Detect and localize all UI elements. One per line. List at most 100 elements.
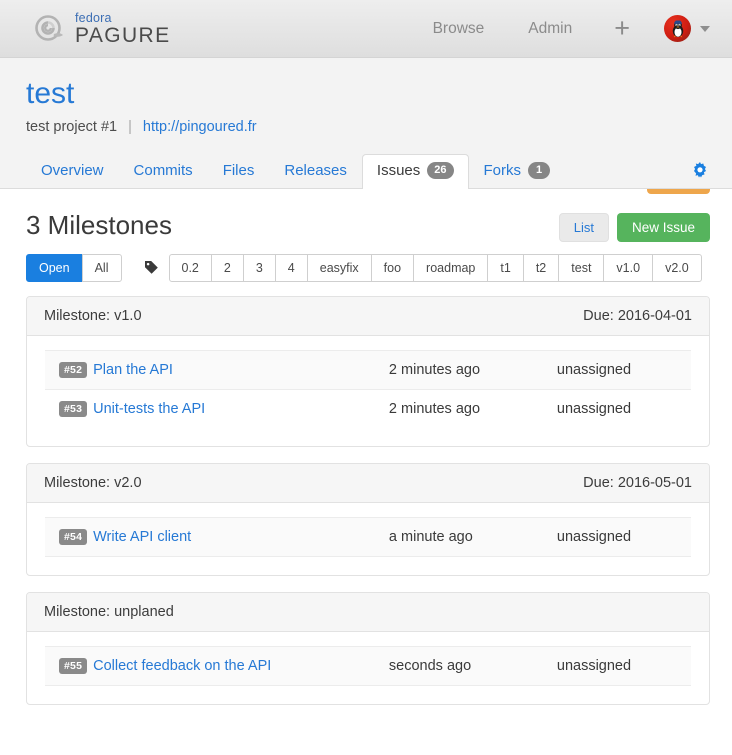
tag-filter-9[interactable]: test (558, 254, 604, 282)
table-row[interactable]: #53Unit-tests the API 2 minutes ago unas… (45, 389, 691, 428)
settings-button[interactable] (680, 158, 720, 188)
project-tabs: Overview Commits Files Releases Issues 2… (0, 153, 732, 189)
issue-id-badge: #54 (59, 529, 87, 545)
filter-all-button[interactable]: All (82, 254, 122, 282)
issue-assignee-cell: unassigned (549, 350, 691, 389)
filter-row: Open All 0.2 2 3 4 easyfix foo roadmap t… (26, 254, 710, 282)
project-description: test project #1 (26, 119, 117, 135)
tab-issues[interactable]: Issues 26 (362, 154, 469, 188)
tag-filter-10[interactable]: v1.0 (603, 254, 653, 282)
issue-title-cell: #52 Plan the API (45, 350, 381, 389)
issue-table: #55 Collect feedback on the API seconds a… (45, 646, 691, 686)
tag-filter-4[interactable]: easyfix (307, 254, 372, 282)
tab-overview[interactable]: Overview (26, 154, 119, 188)
content-header: 3 Milestones List New Issue Open All 0.2… (0, 189, 732, 282)
tag-filter-7[interactable]: t1 (487, 254, 523, 282)
issue-table: #52 Plan the API 2 minutes ago unassigned… (45, 350, 691, 428)
issue-assignee-cell: unassigned (549, 646, 691, 685)
pagure-logo-link[interactable]: fedora PAGURE (34, 11, 171, 47)
project-header: test test project #1 | http://pingoured.… (0, 58, 732, 153)
issue-assignee-cell: unassigned (549, 517, 691, 556)
status-filter-group: Open All (26, 254, 122, 282)
issue-link[interactable]: Unit-tests the API (93, 401, 205, 417)
tab-label: Issues (377, 162, 420, 179)
page-title: test (26, 78, 708, 110)
user-menu[interactable] (650, 15, 714, 42)
milestone-body: #52 Plan the API 2 minutes ago unassigned… (27, 336, 709, 446)
chevron-down-icon (700, 26, 710, 32)
issues-count-badge: 26 (427, 162, 453, 179)
milestone-header: Milestone: v1.0 Due: 2016-04-01 (27, 297, 709, 336)
fedora-swirl-icon (34, 14, 68, 44)
tag-filter-2[interactable]: 3 (243, 254, 276, 282)
tab-label: Commits (134, 162, 193, 179)
project-subtitle: test project #1 | http://pingoured.fr (26, 119, 708, 153)
tab-forks[interactable]: Forks 1 (469, 154, 566, 188)
avatar (664, 15, 691, 42)
milestone-header: Milestone: v2.0 Due: 2016-05-01 (27, 464, 709, 503)
issue-table: #54 Write API client a minute ago unassig… (45, 517, 691, 557)
header-actions: List New Issue (559, 211, 710, 242)
tab-label: Overview (41, 162, 104, 179)
new-item-plus-icon[interactable]: + (594, 15, 650, 42)
masthead-nav: Browse Admin + (411, 0, 714, 58)
tag-filter-0[interactable]: 0.2 (169, 254, 212, 282)
milestone-title: Milestone: v1.0 (44, 308, 142, 324)
milestone-body: #54 Write API client a minute ago unassig… (27, 503, 709, 575)
subtitle-separator: | (121, 119, 139, 135)
tab-label: Forks (484, 162, 522, 179)
issue-id-badge: #52 (59, 362, 87, 378)
tab-label: Files (223, 162, 255, 179)
table-row[interactable]: #54 Write API client a minute ago unassig… (45, 517, 691, 556)
tag-filter-1[interactable]: 2 (211, 254, 244, 282)
table-row[interactable]: #55 Collect feedback on the API seconds a… (45, 646, 691, 685)
tag-filter-group: 0.2 2 3 4 easyfix foo roadmap t1 t2 test… (169, 254, 702, 282)
list-view-button[interactable]: List (559, 213, 609, 242)
table-row[interactable]: #52 Plan the API 2 minutes ago unassigned (45, 350, 691, 389)
tux-penguin-icon (670, 21, 685, 38)
issue-date-cell: 2 minutes ago (381, 350, 549, 389)
tag-filter-3[interactable]: 4 (275, 254, 308, 282)
masthead: fedora PAGURE Browse Admin + (0, 0, 732, 58)
issue-date-cell: seconds ago (381, 646, 549, 685)
project-url-link[interactable]: http://pingoured.fr (143, 119, 257, 135)
milestone-header: Milestone: unplaned (27, 593, 709, 632)
issue-title-cell: #55 Collect feedback on the API (45, 646, 381, 685)
issue-date-cell: a minute ago (381, 517, 549, 556)
milestone-title: Milestone: unplaned (44, 604, 174, 620)
tab-releases[interactable]: Releases (269, 154, 362, 188)
milestone-list: Milestone: v1.0 Due: 2016-04-01 #52 Plan … (0, 282, 732, 705)
brand-wordmark: fedora PAGURE (75, 11, 171, 47)
milestone-body: #55 Collect feedback on the API seconds a… (27, 632, 709, 704)
milestone-card: Milestone: v2.0 Due: 2016-05-01 #54 Write… (26, 463, 710, 576)
tab-commits[interactable]: Commits (119, 154, 208, 188)
nav-admin[interactable]: Admin (506, 0, 594, 58)
tab-files[interactable]: Files (208, 154, 270, 188)
tag-filter-6[interactable]: roadmap (413, 254, 488, 282)
milestone-card: Milestone: unplaned #55 Collect feedback … (26, 592, 710, 705)
issue-assignee-cell: unassigned (549, 389, 691, 428)
milestones-heading: 3 Milestones (26, 211, 172, 240)
tag-icon (144, 260, 159, 275)
issue-link[interactable]: Collect feedback on the API (93, 658, 271, 674)
tag-filter-5[interactable]: foo (371, 254, 414, 282)
issue-title-cell: #54 Write API client (45, 517, 381, 556)
tag-filter-11[interactable]: v2.0 (652, 254, 702, 282)
tag-filter-8[interactable]: t2 (523, 254, 559, 282)
issue-date-cell: 2 minutes ago (381, 389, 549, 428)
new-issue-button[interactable]: New Issue (617, 213, 710, 242)
issue-link[interactable]: Write API client (93, 529, 191, 545)
milestone-due-date: Due: 2016-04-01 (583, 308, 692, 324)
milestone-card: Milestone: v1.0 Due: 2016-04-01 #52 Plan … (26, 296, 710, 447)
filter-open-button[interactable]: Open (26, 254, 83, 282)
issue-title-cell: #53Unit-tests the API (45, 389, 381, 428)
gear-icon (692, 162, 708, 178)
nav-browse[interactable]: Browse (411, 0, 507, 58)
brand-fedora-text: fedora (75, 12, 171, 25)
milestone-due-date: Due: 2016-05-01 (583, 475, 692, 491)
issue-id-badge: #55 (59, 658, 87, 674)
milestone-title: Milestone: v2.0 (44, 475, 142, 491)
brand-pagure-text: PAGURE (75, 25, 171, 46)
forks-count-badge: 1 (528, 162, 550, 179)
issue-link[interactable]: Plan the API (93, 362, 173, 378)
